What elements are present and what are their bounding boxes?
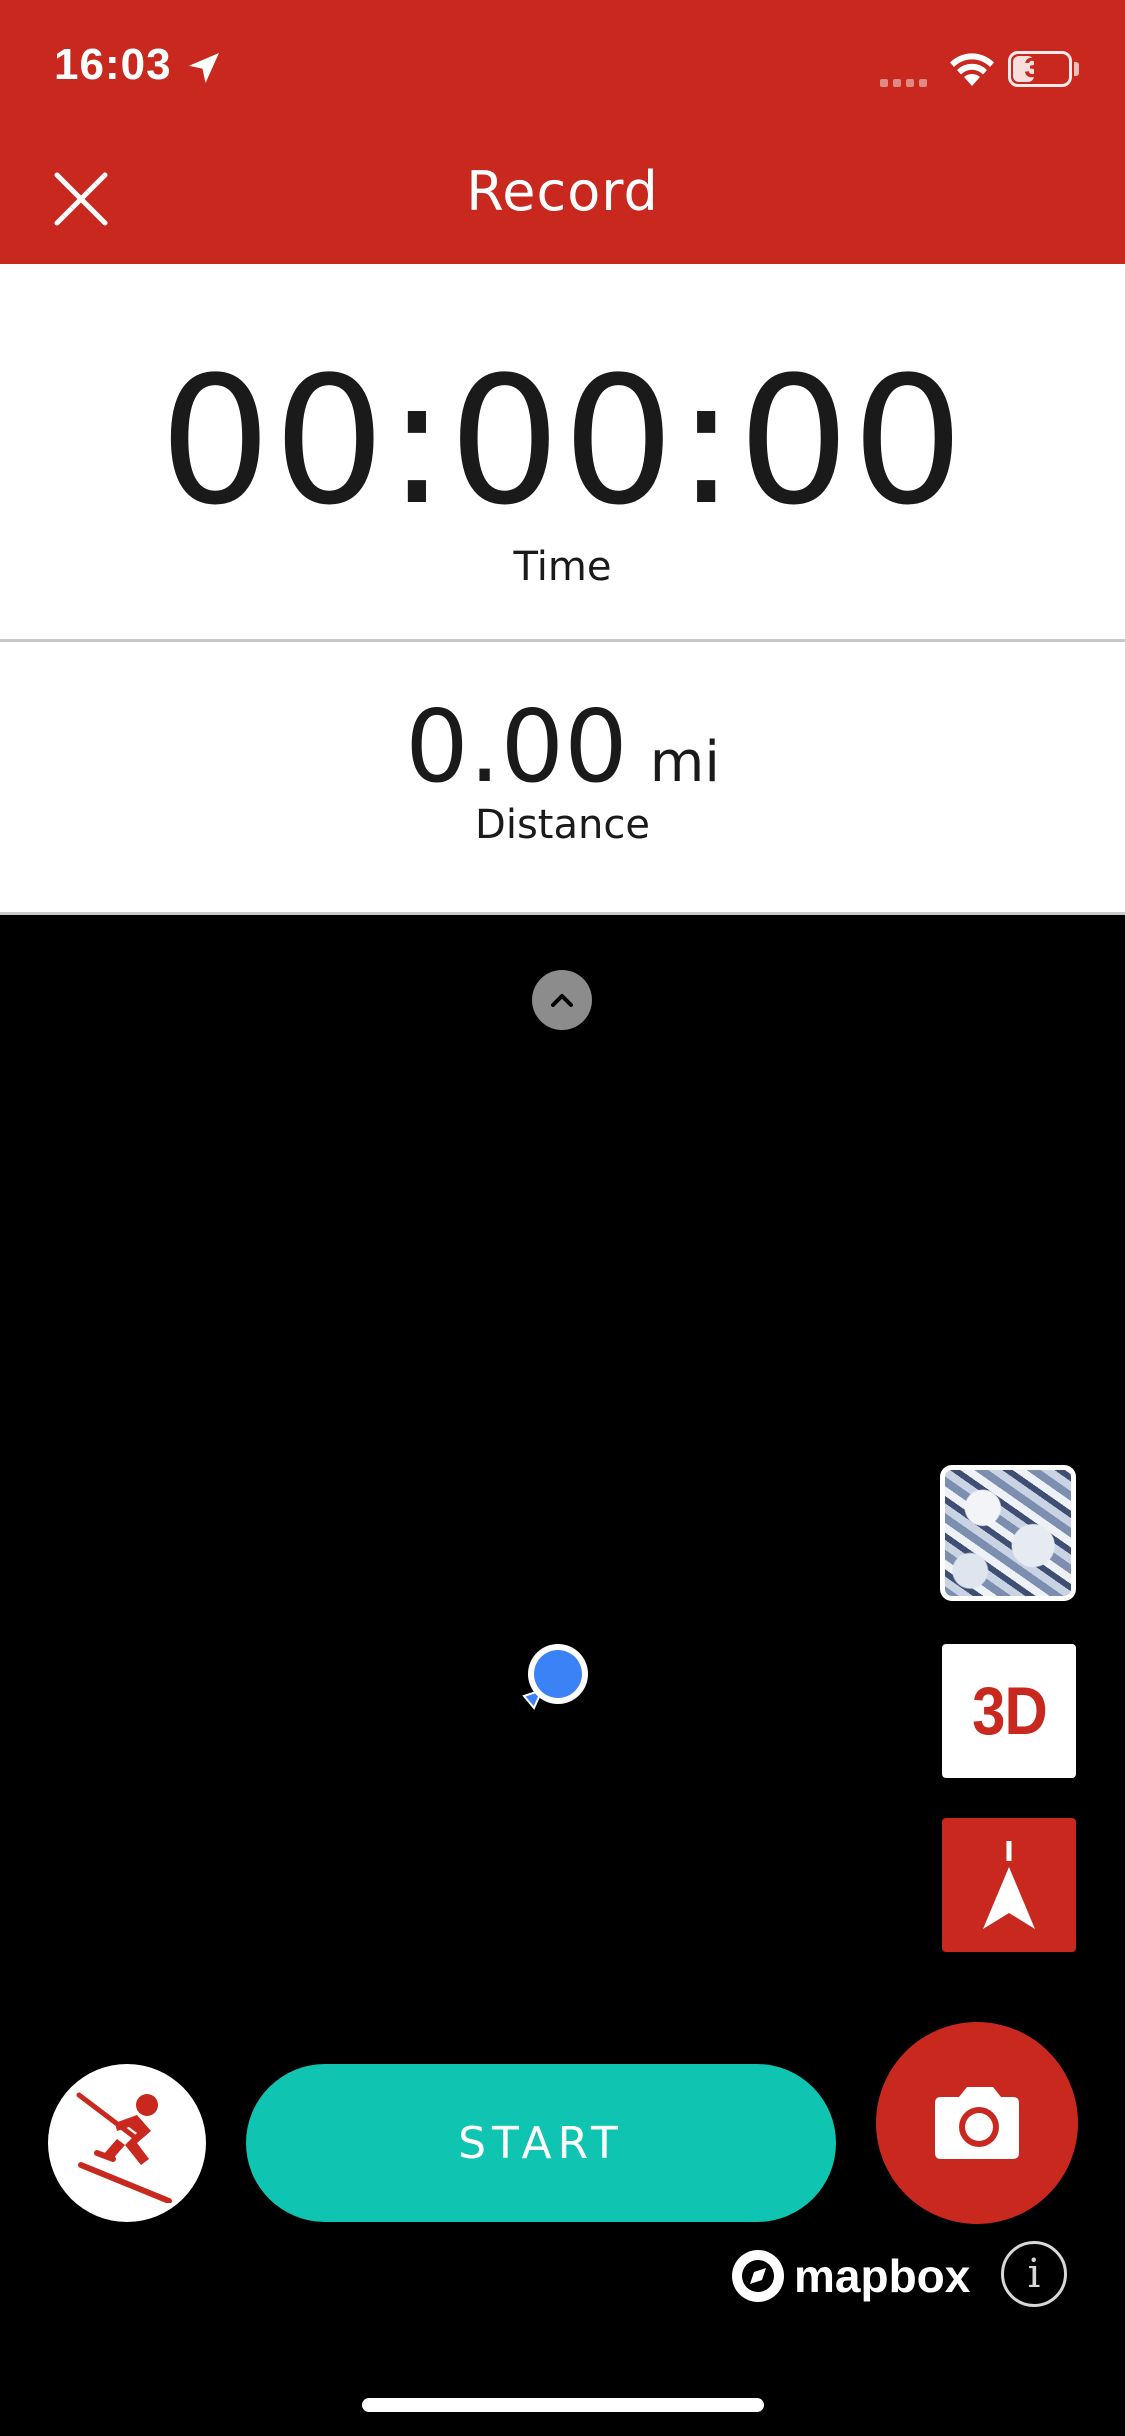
distance-unit: mi [649, 730, 720, 795]
skier-icon [76, 2092, 172, 2203]
distance-label: Distance [475, 802, 650, 848]
3d-toggle-button[interactable]: 3D [942, 1644, 1076, 1778]
expand-panel-button[interactable] [532, 970, 592, 1030]
distance-row: 0.00 mi [0, 697, 1125, 797]
north-arrow-icon [983, 1841, 1035, 1929]
signal-icon [880, 72, 932, 91]
time-label: Time [513, 544, 612, 590]
battery-icon: 39 [1008, 51, 1072, 87]
time-panel: 00:00:00 Time [0, 264, 1125, 642]
activity-type-button[interactable] [48, 2064, 206, 2222]
distance-value: 0.00 [405, 688, 628, 805]
header-bar: 16:03 39 Record [0, 0, 1125, 264]
user-location-icon [522, 1644, 588, 1710]
home-indicator [362, 2398, 764, 2412]
start-button[interactable]: START [246, 2064, 836, 2222]
battery-tip [1074, 62, 1079, 76]
terrain-layer-button[interactable] [940, 1465, 1076, 1601]
3d-label: 3D [971, 1673, 1048, 1749]
location-arrow-icon [189, 53, 219, 83]
info-button[interactable]: i [1001, 2241, 1067, 2307]
camera-button[interactable] [876, 2022, 1078, 2224]
wifi-icon [950, 53, 994, 86]
mapbox-attribution[interactable]: mapbox [730, 2246, 970, 2306]
time-value: 00:00:00 [159, 339, 966, 544]
distance-panel: 0.00 mi Distance [0, 642, 1125, 915]
mapbox-logo-icon [732, 2250, 784, 2302]
compass-button[interactable] [942, 1818, 1076, 1952]
camera-icon [935, 2087, 1019, 2159]
chevron-up-icon [551, 994, 573, 1007]
mapbox-text: mapbox [794, 2250, 971, 2302]
battery-level: 39 [1024, 52, 1056, 83]
status-time: 16:03 [54, 40, 172, 89]
page-title: Record [466, 160, 659, 223]
